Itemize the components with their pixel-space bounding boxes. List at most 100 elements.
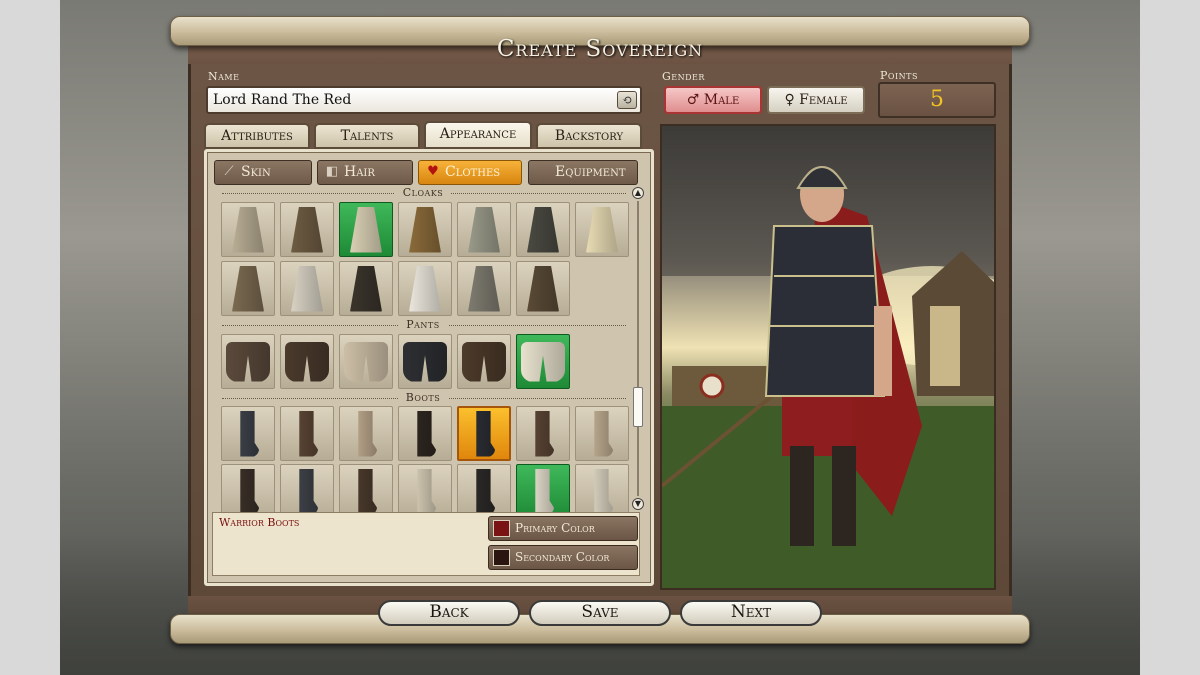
pants-item[interactable]	[339, 334, 393, 389]
cloaks-item[interactable]	[280, 202, 334, 257]
boots-item[interactable]	[398, 464, 452, 519]
boot-icon	[417, 468, 436, 515]
cloaks-item[interactable]	[221, 202, 275, 257]
boot-icon	[240, 410, 259, 457]
building-wall	[930, 306, 960, 386]
subtab-hair[interactable]: ◧ Hair	[317, 160, 413, 185]
boots-item[interactable]	[516, 406, 570, 461]
gender-male-button[interactable]: ♂ Male	[664, 86, 762, 114]
cloaks-item[interactable]	[457, 261, 511, 316]
cloak-icon	[291, 265, 323, 312]
scroll-up-icon[interactable]: ▲	[632, 187, 644, 199]
cloaks-item[interactable]	[339, 202, 393, 257]
pant-icon	[462, 341, 506, 382]
subtab-clothes[interactable]: ♥ Clothes	[418, 160, 522, 185]
pant-icon	[226, 341, 270, 382]
cloaks-item[interactable]	[221, 261, 275, 316]
character-preview-art	[662, 126, 994, 588]
pants-item[interactable]	[280, 334, 334, 389]
boot-icon	[358, 468, 377, 515]
subtab-hair-label: Hair	[344, 164, 375, 180]
cloak-icon	[586, 206, 618, 253]
boots-item[interactable]	[221, 464, 275, 519]
subtab-equipment-label: Equipment	[555, 164, 626, 180]
knife-icon: ⟋	[224, 164, 234, 179]
scroll-thumb[interactable]	[633, 387, 643, 427]
secondary-color-swatch	[493, 549, 510, 566]
tab-appearance[interactable]: Appearance	[424, 121, 532, 149]
pants-title: Pants	[398, 318, 448, 331]
gender-female-button[interactable]: ♀ Female	[767, 86, 865, 114]
boot-icon	[594, 410, 613, 457]
cloak-icon	[409, 265, 441, 312]
cloaks-item[interactable]	[398, 202, 452, 257]
tab-attributes[interactable]: Attributes	[204, 123, 310, 149]
section-cloaks-label: Cloaks	[218, 186, 628, 199]
boots-item[interactable]	[339, 464, 393, 519]
boot-icon	[476, 410, 495, 457]
character-preview	[660, 124, 996, 590]
tab-talents[interactable]: Talents	[314, 123, 420, 149]
pants-item[interactable]	[398, 334, 452, 389]
cloak-icon	[291, 206, 323, 253]
boots-item[interactable]	[398, 406, 452, 461]
subtab-skin[interactable]: ⟋ Skin	[214, 160, 312, 185]
cloaks-item[interactable]	[280, 261, 334, 316]
arm	[874, 306, 892, 396]
cloaks-item[interactable]	[575, 202, 629, 257]
secondary-color-label: Secondary Color	[515, 550, 610, 564]
boots-item[interactable]	[221, 406, 275, 461]
comb-icon: ◧	[325, 164, 339, 179]
cloak-icon	[468, 265, 500, 312]
cloaks-item[interactable]	[516, 202, 570, 257]
cloaks-item[interactable]	[516, 261, 570, 316]
boots-item[interactable]	[575, 464, 629, 519]
cloaks-item[interactable]	[457, 202, 511, 257]
boots-item[interactable]	[339, 406, 393, 461]
randomize-name-button[interactable]: ⟲	[617, 91, 637, 109]
boot-icon	[299, 410, 318, 457]
points-label: Points	[880, 69, 918, 82]
section-pants-label: Pants	[218, 318, 628, 331]
cloak-icon	[468, 206, 500, 253]
page-title: Create Sovereign	[496, 36, 704, 62]
selected-item-name: Warrior Boots	[219, 516, 300, 529]
primary-color-swatch	[493, 520, 510, 537]
boot-icon	[417, 410, 436, 457]
boots-item[interactable]	[575, 406, 629, 461]
pants-item[interactable]	[457, 334, 511, 389]
pants-item[interactable]	[516, 334, 570, 389]
left-boot	[790, 446, 814, 546]
scroll-down-icon[interactable]: ▼	[632, 498, 644, 510]
pants-item[interactable]	[221, 334, 275, 389]
cloaks-item[interactable]	[339, 261, 393, 316]
save-button[interactable]: Save	[529, 600, 671, 626]
boot-icon	[535, 410, 554, 457]
subtab-equipment[interactable]: Equipment	[528, 160, 638, 185]
primary-color-button[interactable]: Primary Color	[488, 516, 638, 541]
pant-icon	[521, 341, 565, 382]
tab-backstory[interactable]: Backstory	[536, 123, 642, 149]
secondary-color-button[interactable]: Secondary Color	[488, 545, 638, 570]
boots-item[interactable]	[516, 464, 570, 519]
boots-item[interactable]	[280, 406, 334, 461]
gender-male-label: Male	[703, 92, 740, 108]
boot-icon	[358, 410, 377, 457]
right-boot	[832, 446, 856, 546]
pant-icon	[285, 341, 329, 382]
item-scrollbar[interactable]: ▲ ▼	[632, 187, 644, 510]
cloaks-item[interactable]	[398, 261, 452, 316]
boot-icon	[299, 468, 318, 515]
boots-item[interactable]	[457, 464, 511, 519]
cloak-icon	[232, 265, 264, 312]
cloak-icon	[527, 206, 559, 253]
gender-label: Gender	[662, 70, 705, 83]
boots-item[interactable]	[457, 406, 511, 461]
primary-color-label: Primary Color	[515, 521, 595, 535]
next-button[interactable]: Next	[680, 600, 822, 626]
name-input[interactable]: Lord Rand The Red	[206, 86, 642, 114]
back-button[interactable]: Back	[378, 600, 520, 626]
boot-icon	[594, 468, 613, 515]
background-right-margin	[1140, 0, 1200, 675]
boots-item[interactable]	[280, 464, 334, 519]
